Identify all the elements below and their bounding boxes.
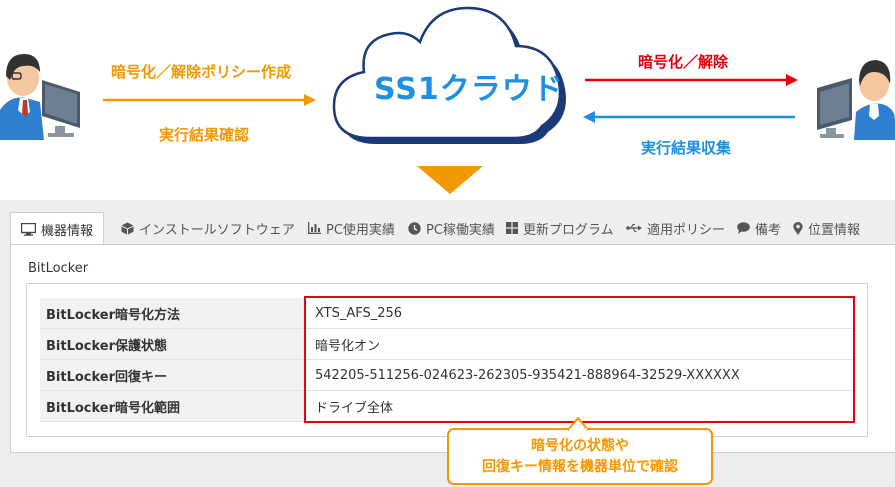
cloud-logo-text: SS1クラウド [374, 72, 564, 107]
section-title: BitLocker [28, 261, 89, 276]
row-key: BitLocker保護状態 [40, 329, 305, 359]
arrow-left-blue-icon [583, 111, 795, 123]
tab-updates[interactable]: 更新プログラム [506, 212, 614, 244]
row-key: BitLocker暗号化範囲 [40, 391, 305, 421]
tab-label: PC使用実績 [326, 222, 395, 238]
callout-line-1: 暗号化の状態や [531, 437, 629, 454]
map-pin-icon [793, 221, 803, 235]
tab-notes[interactable]: 備考 [737, 212, 781, 244]
user-admin-icon [0, 54, 80, 140]
box-icon [121, 222, 134, 234]
tab-label: 適用ポリシー [647, 222, 726, 238]
policy-create-label: 暗号化／解除ポリシー作成 [111, 63, 292, 81]
arrow-right-red-icon [585, 74, 798, 86]
tab-installed-software[interactable]: インストールソフトウェア [121, 212, 295, 244]
tab-label: PC稼働実績 [426, 222, 495, 238]
callout-line-2: 回復キー情報を機器単位で確認 [482, 458, 678, 475]
arrow-right-orange-icon [103, 94, 316, 106]
comment-icon [737, 222, 750, 234]
tab-location[interactable]: 位置情報 [793, 212, 860, 244]
windows-icon [506, 222, 518, 234]
tab-label: インストールソフトウェア [139, 222, 295, 238]
tab-applied-policy[interactable]: 適用ポリシー [626, 212, 725, 244]
row-key: BitLocker回復キー [40, 360, 305, 390]
arrow-down-orange-icon [417, 166, 483, 194]
highlight-box [304, 296, 855, 423]
callout-box: 暗号化の状態や 回復キー情報を機器単位で確認 [447, 428, 713, 485]
encrypt-decrypt-label: 暗号化／解除 [638, 53, 729, 71]
callout-pointer-icon [568, 417, 588, 431]
tab-label: 備考 [755, 222, 782, 238]
tab-label: 位置情報 [808, 222, 861, 238]
clock-icon [408, 221, 421, 235]
result-confirm-label: 実行結果確認 [159, 126, 250, 144]
result-collect-label: 実行結果収集 [641, 139, 732, 157]
bar-chart-icon [308, 222, 321, 234]
row-key: BitLocker暗号化方法 [40, 298, 305, 328]
tab-pc-usage[interactable]: PC使用実績 [308, 212, 395, 244]
usb-icon [626, 223, 642, 233]
tab-label: 更新プログラム [523, 222, 614, 238]
tab-bar: 機器情報 インストールソフトウェア PC使用実績 PC稼働実績 更新プログラム … [10, 212, 895, 245]
tab-pc-operation[interactable]: PC稼働実績 [408, 212, 495, 244]
user-client-icon [817, 60, 895, 140]
tab-label: 機器情報 [41, 223, 94, 239]
monitor-icon [21, 222, 36, 236]
tab-device-info[interactable]: 機器情報 [10, 212, 105, 245]
